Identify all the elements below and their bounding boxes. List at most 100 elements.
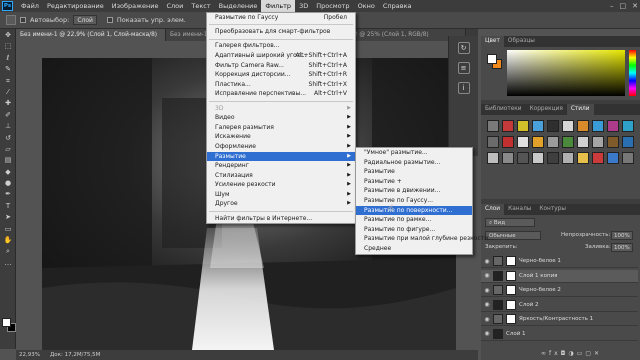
- show-controls-checkbox[interactable]: [106, 17, 113, 23]
- autoselect-select[interactable]: Слой: [73, 15, 97, 25]
- filter-menu-item[interactable]: Размытие по Гауссу Пробел: [207, 13, 355, 23]
- visibility-eye-icon[interactable]: ◉: [481, 272, 493, 279]
- style-swatch[interactable]: [607, 120, 619, 132]
- type-tool-icon[interactable]: T: [2, 201, 14, 211]
- layer-mask-thumbnail[interactable]: [506, 299, 516, 310]
- menu-image[interactable]: Изображение: [108, 0, 163, 12]
- style-swatch[interactable]: [607, 136, 619, 148]
- menu-help[interactable]: Справка: [379, 0, 416, 12]
- filter-menu-item[interactable]: Рендеринг ▶: [207, 161, 355, 171]
- style-swatch[interactable]: [517, 152, 529, 164]
- blur-menu-item[interactable]: Размытие по Гауссу...: [356, 196, 472, 206]
- maximize-icon[interactable]: □: [620, 2, 627, 10]
- filter-menu-item[interactable]: Пластика... Shift+Ctrl+X: [207, 80, 355, 90]
- move-tool-preset-icon[interactable]: [6, 15, 16, 25]
- style-swatch[interactable]: [502, 152, 514, 164]
- pen-tool-icon[interactable]: ✒: [2, 189, 14, 199]
- style-swatch[interactable]: [532, 152, 544, 164]
- filter-menu-item[interactable]: Галерея фильтров...: [207, 41, 355, 51]
- trash-icon[interactable]: ✕: [594, 350, 602, 357]
- layer-row[interactable]: ◉ Слой 2: [481, 299, 638, 312]
- menu-3d[interactable]: 3D: [295, 0, 312, 12]
- style-swatch[interactable]: [592, 136, 604, 148]
- filter-menu-item[interactable]: Шум ▶: [207, 190, 355, 200]
- filter-menu-item[interactable]: Стилизация ▶: [207, 171, 355, 181]
- tab-swatches[interactable]: Образцы: [504, 36, 539, 47]
- style-swatch[interactable]: [622, 152, 634, 164]
- color-swatches[interactable]: [2, 318, 16, 334]
- visibility-eye-icon[interactable]: ◉: [481, 287, 493, 294]
- menu-file[interactable]: Файл: [17, 0, 43, 12]
- filter-menu-item[interactable]: Коррекция дисторсии... Shift+Ctrl+R: [207, 70, 355, 80]
- style-swatch[interactable]: [562, 136, 574, 148]
- blur-menu-item[interactable]: Размытие: [356, 167, 472, 177]
- style-swatch[interactable]: [547, 152, 559, 164]
- tab-paths[interactable]: Контуры: [535, 204, 570, 215]
- filter-menu-item[interactable]: Исправление перспективы... Alt+Ctrl+V: [207, 89, 355, 99]
- menu-window[interactable]: Окно: [354, 0, 379, 12]
- close-icon[interactable]: ✕: [632, 2, 638, 10]
- menu-select[interactable]: Выделение: [215, 0, 262, 12]
- blur-menu-item[interactable]: Радиальное размытие...: [356, 158, 472, 168]
- visibility-eye-icon[interactable]: ◉: [481, 330, 493, 337]
- style-swatch[interactable]: [487, 120, 499, 132]
- blur-menu-item[interactable]: Размытие по фигуре...: [356, 225, 472, 235]
- layer-row[interactable]: ◉ Слой 1 копия: [481, 269, 638, 283]
- autoselect-checkbox[interactable]: [20, 17, 26, 23]
- layer-thumbnail[interactable]: [493, 256, 503, 266]
- style-swatch[interactable]: [562, 120, 574, 132]
- opacity-field[interactable]: 100%: [611, 231, 633, 240]
- style-swatch[interactable]: [532, 136, 544, 148]
- style-swatch[interactable]: [532, 120, 544, 132]
- style-swatch[interactable]: [517, 136, 529, 148]
- layer-name[interactable]: Яркость/Контрастность 1: [519, 316, 593, 322]
- hand-tool-icon[interactable]: ✋: [2, 235, 14, 245]
- style-swatch[interactable]: [607, 152, 619, 164]
- filter-menu-item[interactable]: Адаптивный широкий угол... Alt+Shift+Ctrl…: [207, 51, 355, 61]
- filter-menu-item[interactable]: Другое ▶: [207, 199, 355, 209]
- blur-tool-icon[interactable]: ◆: [2, 167, 14, 177]
- quick-select-tool-icon[interactable]: ✎: [2, 64, 14, 74]
- info-icon[interactable]: i: [457, 82, 470, 94]
- panel-foreground-swatch[interactable]: [487, 54, 497, 64]
- layer-mask-thumbnail[interactable]: [506, 270, 516, 281]
- layer-row[interactable]: ◉ Черно-белое 1: [481, 255, 638, 268]
- tab-libraries[interactable]: Библиотеки: [481, 104, 526, 115]
- minimize-icon[interactable]: –: [610, 2, 614, 10]
- move-tool-icon[interactable]: ✥: [2, 30, 14, 40]
- layer-mask-thumbnail[interactable]: [506, 314, 516, 324]
- layer-row[interactable]: ◉ Черно-белое 2: [481, 284, 638, 297]
- filter-menu-item[interactable]: Оформление ▶: [207, 142, 355, 152]
- blur-menu-item[interactable]: Размытие по поверхности...: [356, 205, 472, 216]
- style-swatch[interactable]: [547, 120, 559, 132]
- layer-mask-thumbnail[interactable]: [506, 256, 516, 266]
- blur-menu-item[interactable]: Размытие +: [356, 177, 472, 187]
- foreground-color-swatch[interactable]: [2, 318, 11, 327]
- style-swatch[interactable]: [487, 136, 499, 148]
- eyedropper-tool-icon[interactable]: ⁄: [2, 87, 14, 97]
- dodge-tool-icon[interactable]: ●: [2, 178, 14, 188]
- hue-slider[interactable]: [629, 50, 636, 96]
- style-swatch[interactable]: [592, 120, 604, 132]
- layer-thumbnail[interactable]: [493, 299, 503, 310]
- style-swatch[interactable]: [622, 120, 634, 132]
- lasso-tool-icon[interactable]: ℓ: [2, 53, 14, 63]
- layer-name[interactable]: Слой 1 копия: [519, 273, 557, 279]
- tab-color[interactable]: Цвет: [481, 36, 504, 47]
- blur-menu-item[interactable]: "Умное" размытие...: [356, 148, 472, 158]
- layer-mask-thumbnail[interactable]: [506, 285, 516, 295]
- layer-name[interactable]: Черно-белое 2: [519, 287, 561, 293]
- layer-thumbnail[interactable]: [493, 328, 503, 339]
- zoom-tool-icon[interactable]: ⌕: [2, 246, 14, 256]
- shape-tool-icon[interactable]: ▭: [2, 224, 14, 234]
- zoom-level[interactable]: 22,93%: [19, 352, 40, 358]
- adjustment-layer-icon[interactable]: ◑: [568, 350, 576, 357]
- gradient-tool-icon[interactable]: ▤: [2, 155, 14, 165]
- layer-name[interactable]: Слой 1: [506, 331, 526, 337]
- blur-menu-item[interactable]: Размытие по рамке...: [356, 215, 472, 225]
- style-swatch[interactable]: [562, 152, 574, 164]
- layer-kind-filter[interactable]: ⌕ Вид: [485, 218, 535, 227]
- menu-layers[interactable]: Слои: [162, 0, 187, 12]
- style-swatch[interactable]: [517, 120, 529, 132]
- layer-thumbnail[interactable]: [493, 270, 503, 281]
